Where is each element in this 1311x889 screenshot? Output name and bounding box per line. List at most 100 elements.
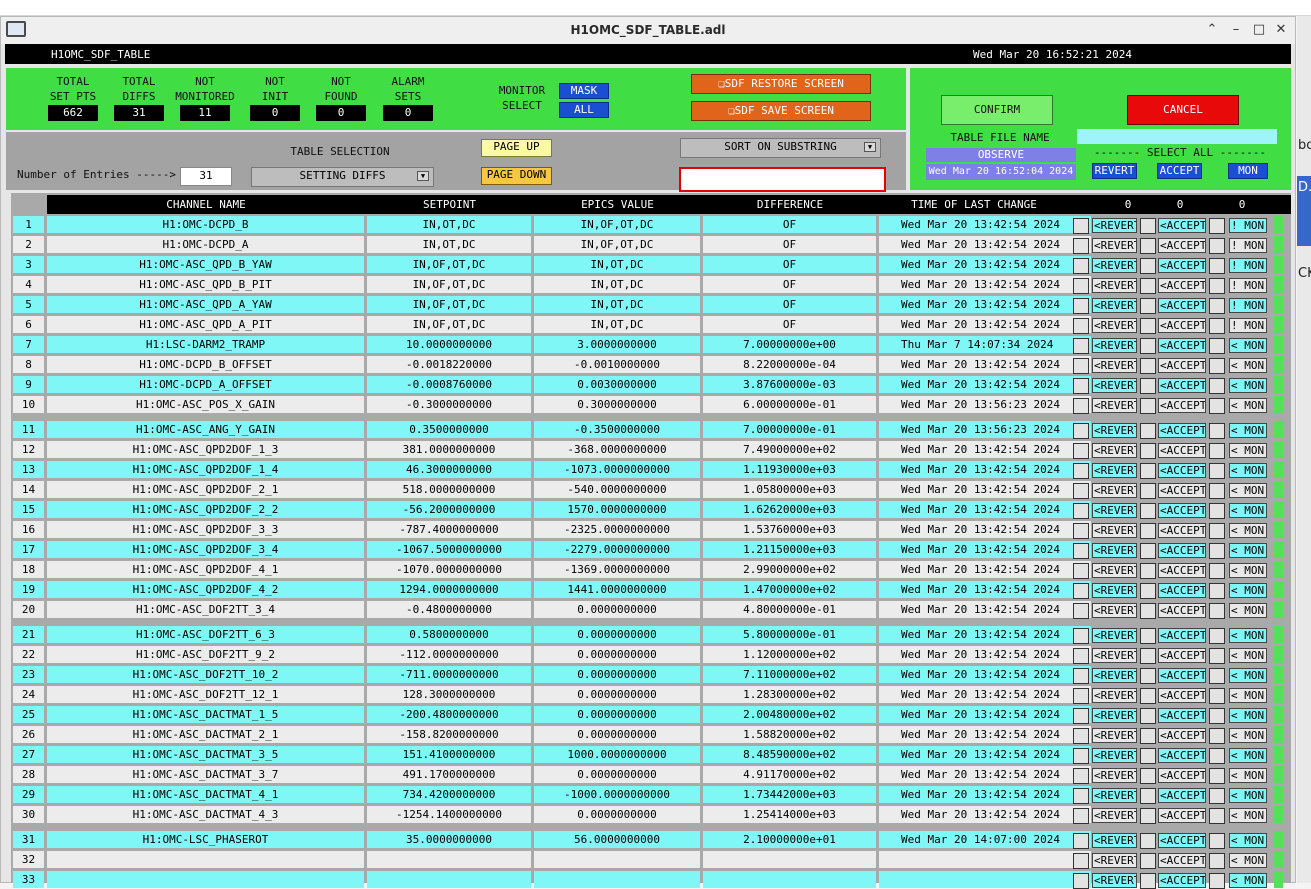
accept-button[interactable]: <ACCEPT bbox=[1158, 748, 1206, 763]
accept-button[interactable]: <ACCEPT bbox=[1158, 398, 1206, 413]
revert-checkbox[interactable] bbox=[1073, 668, 1089, 684]
revert-checkbox[interactable] bbox=[1073, 423, 1089, 439]
revert-button[interactable]: <REVERT bbox=[1092, 318, 1137, 333]
sdf-save-button[interactable]: ❏SDF SAVE SCREEN bbox=[691, 101, 871, 121]
mon-button[interactable]: < MON bbox=[1229, 688, 1267, 703]
revert-checkbox[interactable] bbox=[1073, 503, 1089, 519]
accept-button[interactable]: <ACCEPT bbox=[1158, 463, 1206, 478]
revert-checkbox[interactable] bbox=[1073, 238, 1089, 254]
confirm-button[interactable]: CONFIRM bbox=[941, 95, 1053, 125]
revert-checkbox[interactable] bbox=[1073, 768, 1089, 784]
revert-button[interactable]: <REVERT bbox=[1092, 688, 1137, 703]
accept-button[interactable]: <ACCEPT bbox=[1158, 708, 1206, 723]
accept-button[interactable]: <ACCEPT bbox=[1158, 668, 1206, 683]
accept-button[interactable]: <ACCEPT bbox=[1158, 808, 1206, 823]
accept-button[interactable]: <ACCEPT bbox=[1158, 788, 1206, 803]
mon-button[interactable]: < MON bbox=[1229, 603, 1267, 618]
revert-button[interactable]: <REVERT bbox=[1092, 523, 1137, 538]
mon-button[interactable]: < MON bbox=[1229, 628, 1267, 643]
accept-checkbox[interactable] bbox=[1140, 443, 1156, 459]
accept-checkbox[interactable] bbox=[1140, 358, 1156, 374]
mon-checkbox[interactable] bbox=[1209, 218, 1225, 234]
accept-checkbox[interactable] bbox=[1140, 833, 1156, 849]
mon-button[interactable]: < MON bbox=[1229, 748, 1267, 763]
revert-button[interactable]: <REVERT bbox=[1092, 278, 1137, 293]
accept-checkbox[interactable] bbox=[1140, 648, 1156, 664]
mon-button[interactable]: < MON bbox=[1229, 423, 1267, 438]
mon-checkbox[interactable] bbox=[1209, 583, 1225, 599]
revert-button[interactable]: <REVERT bbox=[1092, 648, 1137, 663]
revert-checkbox[interactable] bbox=[1073, 278, 1089, 294]
mon-checkbox[interactable] bbox=[1209, 708, 1225, 724]
mon-button[interactable]: < MON bbox=[1229, 503, 1267, 518]
revert-button[interactable]: <REVERT bbox=[1092, 833, 1137, 848]
mon-button[interactable]: < MON bbox=[1229, 483, 1267, 498]
accept-checkbox[interactable] bbox=[1140, 318, 1156, 334]
mon-checkbox[interactable] bbox=[1209, 833, 1225, 849]
accept-button[interactable]: <ACCEPT bbox=[1158, 443, 1206, 458]
mon-checkbox[interactable] bbox=[1209, 278, 1225, 294]
mon-checkbox[interactable] bbox=[1209, 603, 1225, 619]
revert-button[interactable]: <REVERT bbox=[1092, 788, 1137, 803]
mon-checkbox[interactable] bbox=[1209, 668, 1225, 684]
revert-button[interactable]: <REVERT bbox=[1092, 583, 1137, 598]
mon-checkbox[interactable] bbox=[1209, 398, 1225, 414]
sort-substring-menu[interactable]: SORT ON SUBSTRING ▼ bbox=[680, 138, 881, 158]
accept-checkbox[interactable] bbox=[1140, 258, 1156, 274]
accept-checkbox[interactable] bbox=[1140, 688, 1156, 704]
accept-checkbox[interactable] bbox=[1140, 748, 1156, 764]
mon-button[interactable]: < MON bbox=[1229, 563, 1267, 578]
mon-button[interactable]: < MON bbox=[1229, 398, 1267, 413]
mon-checkbox[interactable] bbox=[1209, 378, 1225, 394]
accept-checkbox[interactable] bbox=[1140, 238, 1156, 254]
mon-checkbox[interactable] bbox=[1209, 423, 1225, 439]
revert-checkbox[interactable] bbox=[1073, 853, 1089, 869]
revert-checkbox[interactable] bbox=[1073, 443, 1089, 459]
accept-button[interactable]: <ACCEPT bbox=[1158, 768, 1206, 783]
accept-button[interactable]: <ACCEPT bbox=[1158, 338, 1206, 353]
accept-button[interactable]: <ACCEPT bbox=[1158, 688, 1206, 703]
accept-checkbox[interactable] bbox=[1140, 298, 1156, 314]
mon-button[interactable]: < MON bbox=[1229, 708, 1267, 723]
accept-checkbox[interactable] bbox=[1140, 543, 1156, 559]
mon-checkbox[interactable] bbox=[1209, 688, 1225, 704]
close-icon[interactable]: ✕ bbox=[1273, 22, 1289, 38]
accept-checkbox[interactable] bbox=[1140, 523, 1156, 539]
revert-checkbox[interactable] bbox=[1073, 258, 1089, 274]
mon-checkbox[interactable] bbox=[1209, 338, 1225, 354]
accept-button[interactable]: <ACCEPT bbox=[1158, 238, 1206, 253]
mon-checkbox[interactable] bbox=[1209, 463, 1225, 479]
accept-button[interactable]: <ACCEPT bbox=[1158, 378, 1206, 393]
revert-button[interactable]: <REVERT bbox=[1092, 543, 1137, 558]
mon-checkbox[interactable] bbox=[1209, 298, 1225, 314]
revert-button[interactable]: <REVERT bbox=[1092, 768, 1137, 783]
mon-checkbox[interactable] bbox=[1209, 808, 1225, 824]
accept-button[interactable]: <ACCEPT bbox=[1158, 483, 1206, 498]
mon-button[interactable]: < MON bbox=[1229, 808, 1267, 823]
revert-button[interactable]: <REVERT bbox=[1092, 873, 1137, 888]
revert-checkbox[interactable] bbox=[1073, 378, 1089, 394]
all-button[interactable]: ALL bbox=[559, 102, 609, 118]
mon-checkbox[interactable] bbox=[1209, 543, 1225, 559]
revert-checkbox[interactable] bbox=[1073, 603, 1089, 619]
chevron-up-icon[interactable]: ⌃ bbox=[1204, 22, 1220, 38]
mon-button[interactable]: ! MON bbox=[1229, 218, 1267, 233]
accept-button[interactable]: <ACCEPT bbox=[1158, 358, 1206, 373]
accept-checkbox[interactable] bbox=[1140, 853, 1156, 869]
mon-button[interactable]: < MON bbox=[1229, 853, 1267, 868]
accept-checkbox[interactable] bbox=[1140, 398, 1156, 414]
mon-button[interactable]: < MON bbox=[1229, 668, 1267, 683]
revert-button[interactable]: <REVERT bbox=[1092, 503, 1137, 518]
accept-button[interactable]: <ACCEPT bbox=[1158, 563, 1206, 578]
revert-button[interactable]: <REVERT bbox=[1092, 218, 1137, 233]
mon-checkbox[interactable] bbox=[1209, 238, 1225, 254]
revert-checkbox[interactable] bbox=[1073, 218, 1089, 234]
mon-checkbox[interactable] bbox=[1209, 483, 1225, 499]
revert-button[interactable]: <REVERT bbox=[1092, 258, 1137, 273]
accept-button[interactable]: <ACCEPT bbox=[1158, 603, 1206, 618]
mon-button[interactable]: < MON bbox=[1229, 543, 1267, 558]
revert-button[interactable]: <REVERT bbox=[1092, 748, 1137, 763]
revert-checkbox[interactable] bbox=[1073, 808, 1089, 824]
table-selection-menu[interactable]: SETTING DIFFS ▼ bbox=[251, 167, 434, 187]
revert-button[interactable]: <REVERT bbox=[1092, 463, 1137, 478]
